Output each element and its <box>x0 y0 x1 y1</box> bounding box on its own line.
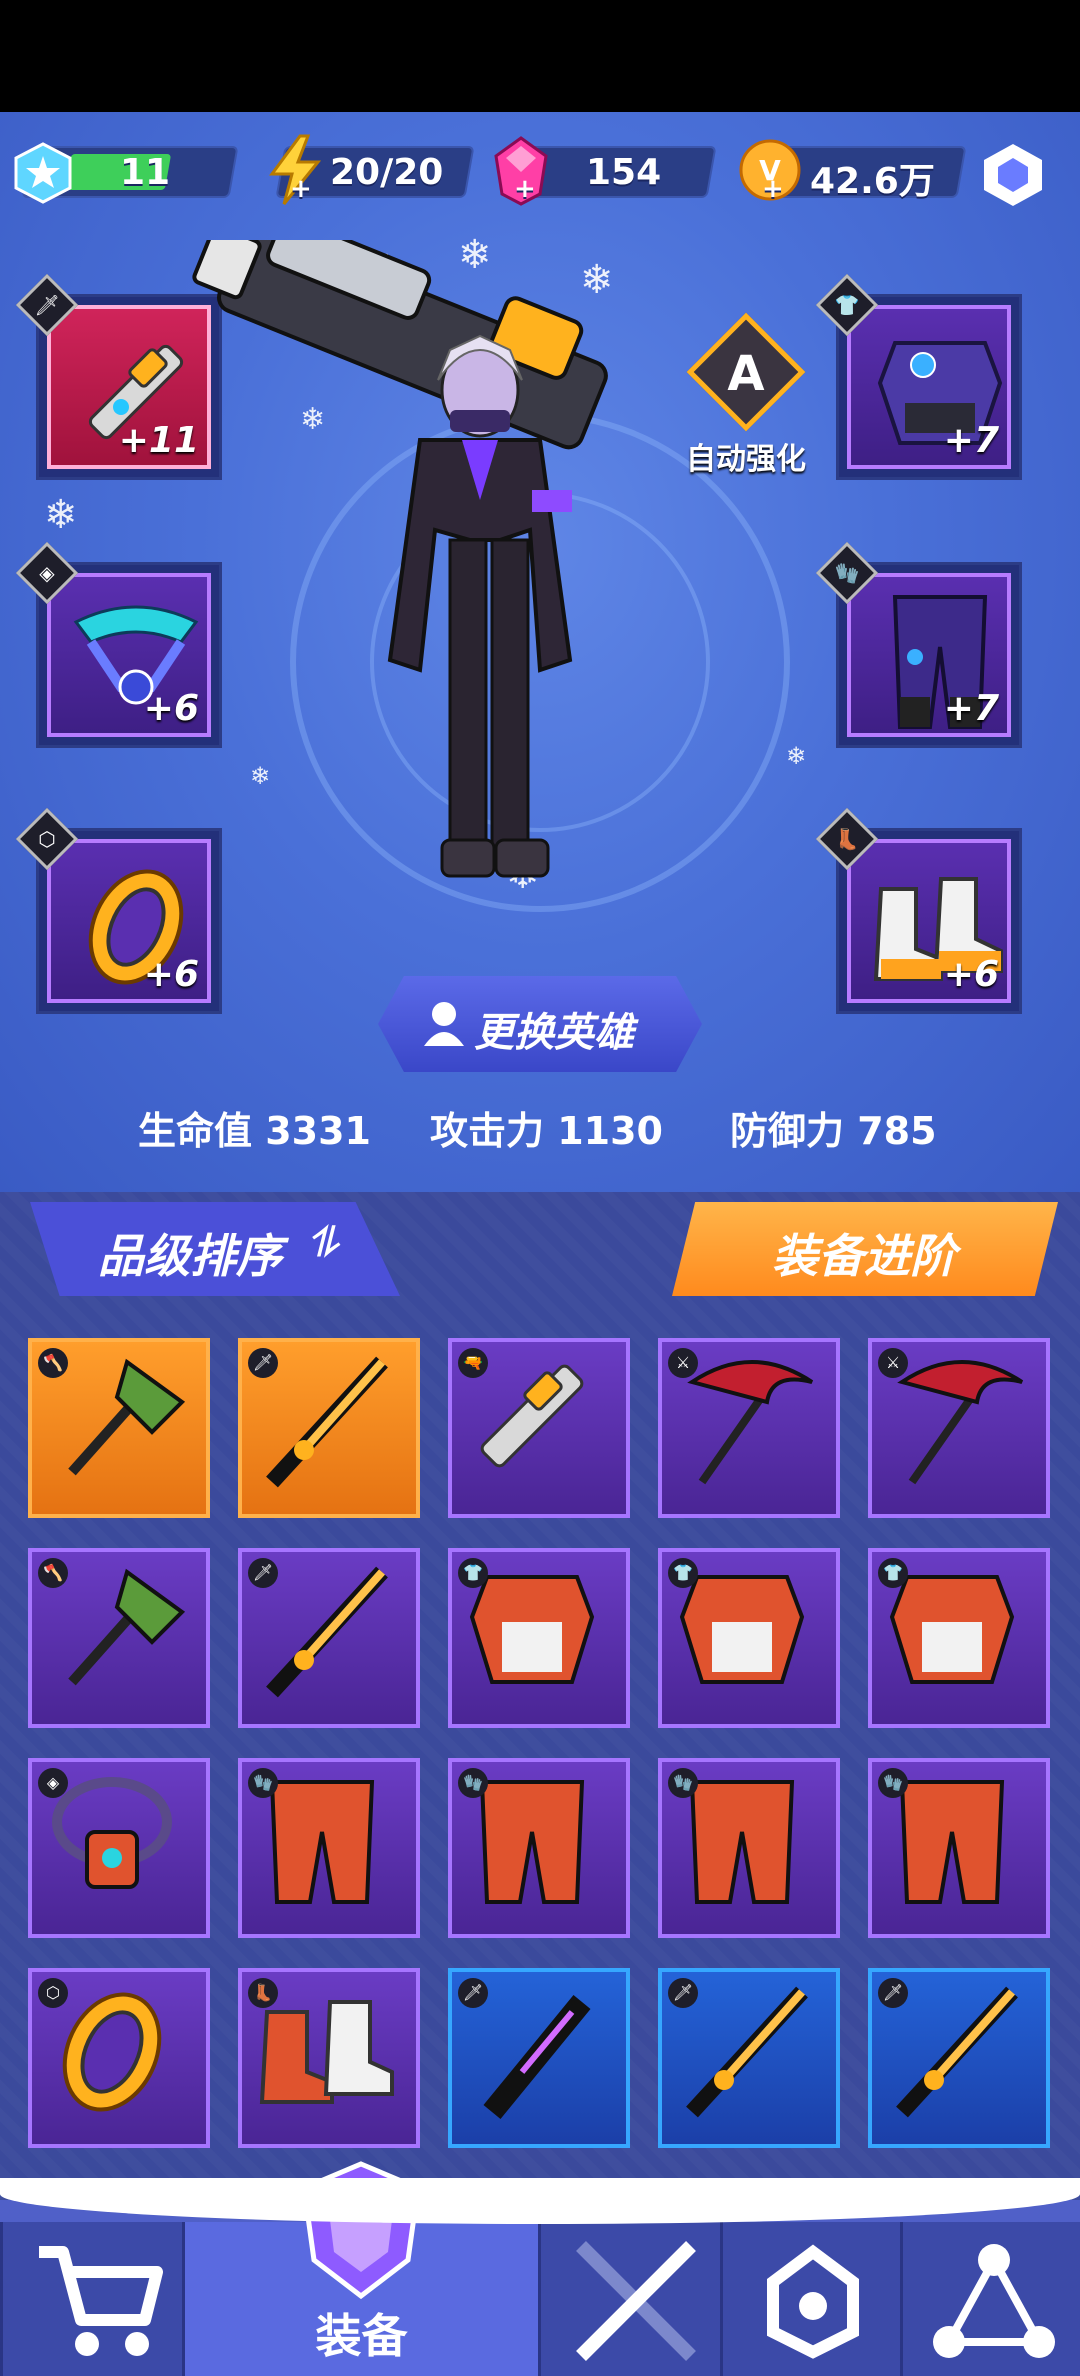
nav-shop[interactable] <box>0 2222 182 2376</box>
necklace-type-icon: ◈ <box>38 1768 68 1798</box>
inventory-item-sword[interactable]: 🗡 <box>238 1548 420 1728</box>
auto-enhance-button[interactable]: A 自动强化 <box>676 312 816 477</box>
sort-order-icon: ⥮ <box>308 1220 338 1266</box>
gun-type-icon: 🔫 <box>458 1348 488 1378</box>
snowflake-icon: ❄ <box>786 742 807 770</box>
inventory-item-axe[interactable]: 🪓 <box>28 1338 210 1518</box>
pants-type-icon: 🧤 <box>668 1768 698 1798</box>
sword-type-icon: 🗡 <box>248 1558 278 1588</box>
status-bar <box>0 0 1080 112</box>
inventory-item-blade[interactable]: 🗡 <box>448 1968 630 2148</box>
upgrade-label: 装备进阶 <box>772 1229 956 1283</box>
axe-type-icon: 🪓 <box>38 1348 68 1378</box>
slot-boots[interactable]: +6 👢 <box>815 807 1022 1014</box>
armor-type-icon: 👕 <box>668 1558 698 1588</box>
inventory-item-armor[interactable]: 👕 <box>868 1548 1050 1728</box>
inventory-item-scythe[interactable]: ⚔ <box>658 1338 840 1518</box>
nav-equipment-label: 装备 <box>315 2309 408 2363</box>
stat-defense: 防御力 785 <box>730 1109 937 1153</box>
stat-hp: 生命值 3331 <box>138 1109 371 1153</box>
slot-boots-frame: +6 <box>847 839 1011 1003</box>
pants-type-icon: 🧤 <box>458 1768 488 1798</box>
inventory-item-armor[interactable]: 👕 <box>448 1548 630 1728</box>
nav-weapons[interactable] <box>538 2222 720 2376</box>
pants-type-icon: 🧤 <box>878 1768 908 1798</box>
energy-value: 20/20 <box>330 152 444 193</box>
hero-gun <box>192 240 608 450</box>
inventory-item-axe[interactable]: 🪓 <box>28 1548 210 1728</box>
slot-boots-level: +6 <box>943 954 999 995</box>
inventory-item-sword[interactable]: 🗡 <box>658 1968 840 2148</box>
change-hero-button[interactable]: 更换英雄 <box>378 976 702 1072</box>
inventory-item-sword[interactable]: 🗡 <box>868 1968 1050 2148</box>
auto-enhance-letter: A <box>727 346 765 402</box>
sort-by-rarity-button[interactable]: 品级排序 ⥮ <box>30 1202 400 1296</box>
scythe-type-icon: ⚔ <box>878 1348 908 1378</box>
sword-type-icon: 🗡 <box>878 1978 908 2008</box>
cart-icon <box>39 2246 163 2356</box>
inventory-item-armor[interactable]: 👕 <box>658 1548 840 1728</box>
inventory-item-pants[interactable]: 🧤 <box>448 1758 630 1938</box>
slot-ring-level: +6 <box>143 954 199 995</box>
blade-type-icon: 🗡 <box>458 1978 488 2008</box>
slot-pants[interactable]: +7 🧤 <box>815 541 1022 748</box>
inventory-item-pants[interactable]: 🧤 <box>238 1758 420 1938</box>
equipment-upgrade-button[interactable]: 装备进阶 <box>672 1202 1058 1296</box>
inventory-item-sword[interactable]: 🗡 <box>238 1338 420 1518</box>
axe-type-icon: 🪓 <box>38 1558 68 1588</box>
sword-type-icon: 🗡 <box>248 1348 278 1378</box>
inventory-item-gun[interactable]: 🔫 <box>448 1338 630 1518</box>
gems-add-icon[interactable]: + <box>514 174 536 204</box>
inventory-item-pants[interactable]: 🧤 <box>658 1758 840 1938</box>
slot-armor-level: +7 <box>943 420 999 461</box>
armor-type-icon: 👕 <box>878 1558 908 1588</box>
slot-armor-frame: +7 <box>847 305 1011 469</box>
auto-enhance-label: 自动强化 <box>686 442 806 477</box>
inventory-item-scythe[interactable]: ⚔ <box>868 1338 1050 1518</box>
nav-skills[interactable] <box>900 2222 1080 2376</box>
energy-add-icon[interactable]: + <box>290 174 312 204</box>
inventory-item-ring[interactable]: ⬡ <box>28 1968 210 2148</box>
ring-type-icon: ⬡ <box>38 1978 68 2008</box>
gold-value: 42.6万 <box>810 161 935 202</box>
settings-hex-icon[interactable] <box>978 140 1048 210</box>
crossed-swords-icon <box>576 2241 696 2361</box>
hero-character <box>192 240 608 878</box>
scythe-type-icon: ⚔ <box>668 1348 698 1378</box>
level-star-icon <box>14 142 72 204</box>
network-icon <box>933 2244 1055 2358</box>
sort-label: 品级排序 <box>98 1229 282 1283</box>
change-hero-label: 更换英雄 <box>474 1010 634 1056</box>
stat-attack: 攻击力 1130 <box>430 1109 663 1153</box>
armor-type-icon: 👕 <box>458 1558 488 1588</box>
level-value: 11 <box>120 152 171 193</box>
gold-add-icon[interactable]: + <box>762 174 784 204</box>
pants-type-icon: 🧤 <box>248 1768 278 1798</box>
boots-type-icon: 👢 <box>248 1978 278 2008</box>
nav-talents[interactable] <box>720 2222 900 2376</box>
inventory-item-necklace[interactable]: ◈ <box>28 1758 210 1938</box>
snowflake-icon: ❄ <box>44 492 78 538</box>
slot-pants-level: +7 <box>943 688 999 729</box>
user-icon <box>424 1002 464 1046</box>
trinity-icon <box>767 2244 859 2359</box>
inventory-item-pants[interactable]: 🧤 <box>868 1758 1050 1938</box>
gems-value: 154 <box>586 152 662 193</box>
sword-type-icon: 🗡 <box>668 1978 698 2008</box>
inventory-item-boots[interactable]: 👢 <box>238 1968 420 2148</box>
slot-armor[interactable]: +7 👕 <box>815 273 1022 480</box>
slot-pants-frame: +7 <box>847 573 1011 737</box>
